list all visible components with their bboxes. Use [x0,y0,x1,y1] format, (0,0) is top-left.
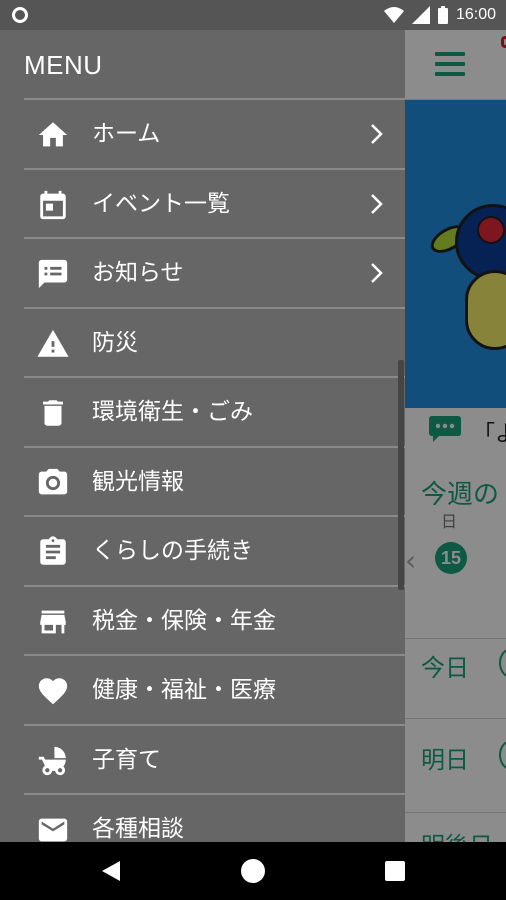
battery-icon [437,6,448,24]
menu-item-tourism[interactable]: 観光情報 [24,445,405,516]
drawer-menu: ホーム イベント一覧 お知らせ 防災 環境衛生・ごみ 観光情報 くらしの手続き … [24,98,405,842]
status-bar: 16:00 [0,0,506,30]
home-icon [38,122,68,147]
notification-dot-icon [12,7,28,23]
status-time: 16:00 [455,6,496,23]
drawer-title: MENU [24,50,103,80]
menu-item-label: お知らせ [92,260,184,286]
menu-item-consultation[interactable]: 各種相談 [24,793,405,842]
heart-icon [38,678,68,705]
menu-item-label: 子育て [92,746,161,773]
menu-item-announcements[interactable]: お知らせ [24,237,405,307]
trash-icon [43,400,63,426]
wifi-icon [383,7,404,23]
menu-item-disaster-prevention[interactable]: 防災 [24,306,405,377]
menu-item-label: くらしの手続き [92,538,253,564]
signal-icon [411,6,430,24]
home-button-icon[interactable] [241,859,265,883]
menu-item-health-welfare-medical[interactable]: 健康・福祉・医療 [24,654,405,724]
system-navigation-bar [0,842,506,900]
announcement-icon [38,259,68,289]
menu-item-child-rearing[interactable]: 子育て [24,723,405,794]
menu-item-label: 防災 [92,329,138,356]
stroller-icon [38,746,66,775]
status-icons: 16:00 [383,4,496,26]
menu-item-label: 各種相談 [92,816,184,842]
menu-item-home[interactable]: ホーム [24,98,405,168]
clipboard-icon [40,536,66,565]
calendar-icon [40,190,66,219]
camera-icon [38,468,68,494]
menu-item-label: 健康・福祉・医療 [92,677,276,703]
navigation-drawer: MENU ホーム イベント一覧 お知らせ 防災 環境衛生・ごみ 観光情報 くらし… [0,30,405,842]
menu-item-procedures[interactable]: くらしの手続き [24,515,405,585]
chevron-right-icon [371,124,383,144]
mail-icon [38,818,68,842]
chevron-right-icon [371,193,383,214]
menu-item-tax-insurance-pension[interactable]: 税金・保険・年金 [24,584,405,655]
drawer-scrollbar[interactable] [398,360,404,590]
recent-apps-icon[interactable] [385,861,405,881]
menu-item-environment-garbage[interactable]: 環境衛生・ごみ [24,376,405,446]
menu-item-label: 環境衛生・ごみ [92,399,253,425]
store-icon [40,610,66,633]
menu-item-label: 観光情報 [92,468,184,495]
back-icon[interactable] [100,859,122,883]
menu-item-label: ホーム [92,121,161,147]
menu-item-label: イベント一覧 [92,190,230,217]
menu-item-label: 税金・保険・年金 [92,607,276,634]
chevron-right-icon [371,263,383,283]
warning-icon [37,329,69,357]
menu-item-events[interactable]: イベント一覧 [24,167,405,238]
